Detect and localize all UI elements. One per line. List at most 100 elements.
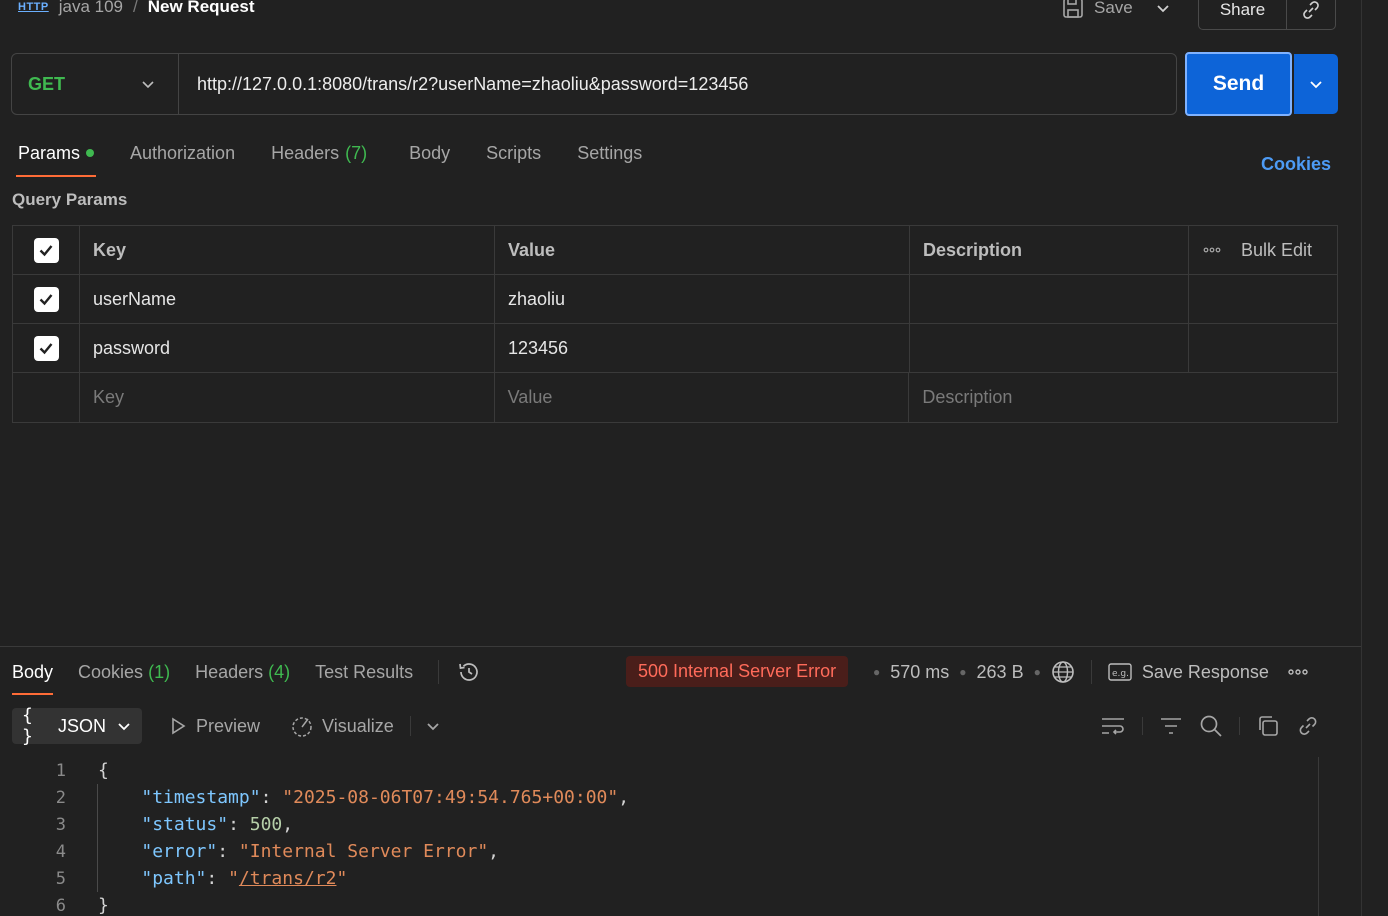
param-key-cell[interactable]: userName [80,275,495,323]
panel-divider [1361,0,1362,916]
query-params-title: Query Params [12,190,128,209]
response-body-editor[interactable]: 1 { 2 "timestamp": "2025-08-06T07:49:54.… [0,757,1318,916]
bulk-edit-cell: Bulk Edit [1189,226,1337,274]
history-icon[interactable] [457,660,481,684]
format-select[interactable]: { } JSON [12,705,142,747]
visualize-tab[interactable]: Visualize [322,716,394,737]
status-badge[interactable]: 500 Internal Server Error [626,656,849,687]
response-stats: ● 570 ms ● 263 B ● e.g. Save Response [873,659,1309,685]
bullet-separator: ● [1033,665,1041,679]
row-checkbox[interactable] [33,335,59,361]
globe-icon[interactable] [1051,660,1075,684]
cookies-link[interactable]: Cookies [1261,154,1331,175]
tab-headers-count: (7) [345,142,368,163]
row-checkbox-cell [13,275,80,323]
method-select[interactable]: GET [12,54,179,114]
json-key: "status" [141,814,229,835]
link-icon[interactable] [1296,714,1320,738]
json-string: "Internal Server Error" [238,841,489,862]
bulk-edit-button[interactable]: Bulk Edit [1241,240,1312,261]
row-checkbox-cell [13,373,80,422]
row-checkbox[interactable] [33,286,59,312]
tab-scripts[interactable]: Scripts [486,143,541,164]
param-description-cell[interactable] [910,275,1189,323]
filter-icon[interactable] [1159,715,1183,737]
param-value-cell[interactable]: 123456 [495,324,910,372]
check-icon [39,245,53,257]
copy-icon[interactable] [1256,714,1280,738]
more-options-icon[interactable] [1287,668,1309,676]
code-line: 1 { [0,757,1318,784]
breadcrumb-separator: / [133,0,138,16]
response-tab-headers-label: Headers [195,661,264,682]
json-string: "2025-08-06T07:49:54.765+00:00" [282,787,619,808]
send-button[interactable]: Send [1185,52,1292,116]
table-row: password 123456 [13,324,1337,373]
row-checkbox-cell [13,324,80,372]
new-value-input[interactable]: Value [495,373,910,422]
wrap-lines-icon[interactable] [1100,715,1126,737]
tab-settings[interactable]: Settings [577,143,642,164]
request-title[interactable]: New Request [148,0,255,17]
save-response-button[interactable]: Save Response [1142,662,1269,683]
json-link[interactable]: /trans/r2 [239,868,337,889]
query-params-table: Key Value Description Bulk Edit userName… [12,225,1338,423]
response-tools [1100,713,1320,739]
chevron-down-icon [116,718,132,734]
response-time[interactable]: 570 ms [890,662,949,683]
json-number: 500 [249,814,283,835]
search-icon[interactable] [1199,714,1223,738]
param-value-cell[interactable]: zhaoliu [495,275,910,323]
chevron-down-icon[interactable] [425,718,441,734]
response-tab-body[interactable]: Body [12,662,54,695]
divider [409,716,411,736]
svg-text:e.g.: e.g. [1112,669,1129,679]
response-divider[interactable] [0,646,1361,647]
save-response-icon[interactable]: e.g. [1108,662,1132,682]
response-size[interactable]: 263 B [977,662,1024,683]
play-icon [168,716,188,736]
line-number: 2 [55,787,66,808]
braces-icon: { } [22,705,33,747]
preview-tab[interactable]: Preview [196,716,260,737]
response-tab-headers[interactable]: Headers (4) [195,662,290,683]
select-all-cell [13,226,80,274]
more-options-icon[interactable] [1203,246,1221,254]
json-key: "error" [141,841,218,862]
code-text: "status": 500, [141,814,294,835]
new-description-input[interactable]: Description [909,373,1337,422]
tab-headers[interactable]: Headers (7) [271,143,367,164]
table-row-new: Key Value Description [13,373,1337,422]
chevron-down-icon [140,76,156,92]
tab-params-label: Params [18,142,81,163]
breadcrumb-collection[interactable]: java 109 [59,0,123,17]
response-tab-cookies[interactable]: Cookies (1) [78,662,170,683]
visualize-icon [290,714,314,738]
code-scrollbar-track[interactable] [1318,757,1319,916]
save-button[interactable]: Save [1094,0,1133,18]
tab-params[interactable]: Params [15,142,97,177]
json-key: "timestamp" [141,787,261,808]
http-icon: HTTP [18,1,49,13]
copy-link-icon[interactable] [1287,0,1335,29]
share-button[interactable]: Share [1199,0,1287,29]
url-input[interactable]: http://127.0.0.1:8080/trans/r2?userName=… [179,74,748,95]
response-tab-cookies-count: (1) [148,661,171,682]
bullet-separator: ● [959,665,967,679]
save-icon[interactable] [1062,0,1084,19]
bullet-separator: ● [873,665,881,679]
send-options-button[interactable] [1294,54,1338,114]
tab-authorization[interactable]: Authorization [130,143,235,164]
new-key-input[interactable]: Key [80,373,495,422]
column-header-description: Description [910,226,1189,274]
response-tab-test-results[interactable]: Test Results [315,662,413,683]
tab-body[interactable]: Body [409,143,450,164]
row-actions-cell [1189,275,1337,323]
param-description-cell[interactable] [910,324,1189,372]
table-row: userName zhaoliu [13,275,1337,324]
param-key-cell[interactable]: password [80,324,495,372]
select-all-checkbox[interactable] [33,237,59,263]
line-number: 6 [55,895,66,916]
save-dropdown-chevron-icon[interactable] [1155,0,1171,16]
code-line: 2 "timestamp": "2025-08-06T07:49:54.765+… [0,784,1318,811]
